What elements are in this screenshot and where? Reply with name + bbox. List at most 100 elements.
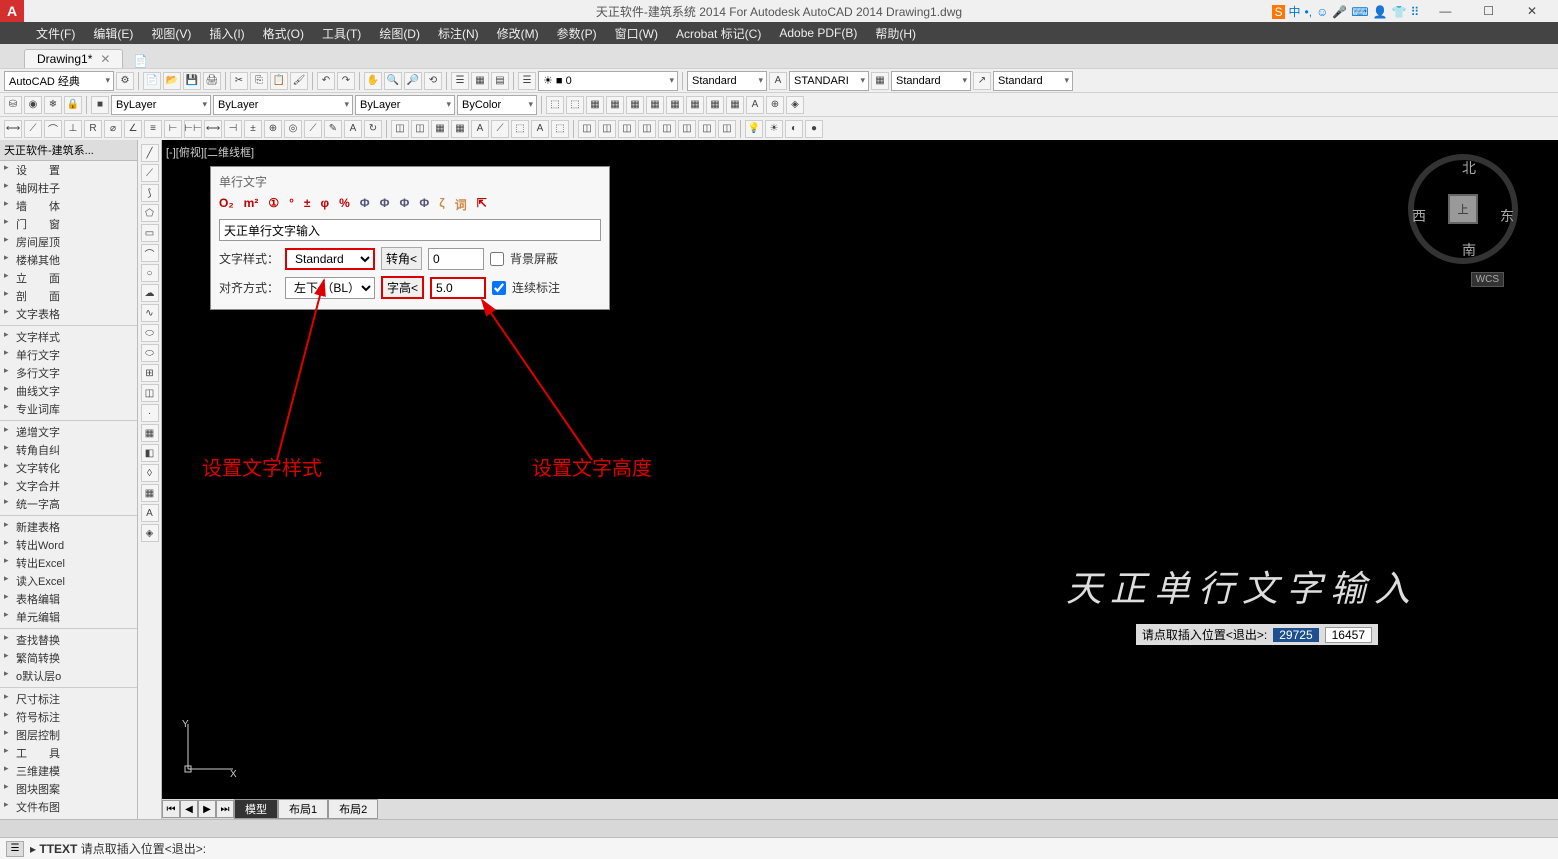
side-item[interactable]: 文件布图 xyxy=(0,798,137,816)
menu-dimension[interactable]: 标注(N) xyxy=(438,25,479,42)
dim-edit-icon[interactable]: ✎ xyxy=(324,120,342,138)
ext-7-icon[interactable]: ◫ xyxy=(698,120,716,138)
ext-3-icon[interactable]: ◫ xyxy=(618,120,636,138)
table-icon[interactable]: ▦ xyxy=(871,72,889,90)
side-item[interactable]: 单元编辑 xyxy=(0,608,137,626)
side-item[interactable]: 剖 面 xyxy=(0,287,137,305)
color-combo[interactable]: ByLayer xyxy=(111,95,211,115)
dim-baseline-icon[interactable]: ⊢ xyxy=(164,120,182,138)
mod-8-icon[interactable]: A xyxy=(531,120,549,138)
command-line[interactable]: ☰ ▸ TTEXT 请点取插入位置<退出>: xyxy=(0,837,1558,859)
hatch-icon[interactable]: ▦ xyxy=(141,424,159,442)
tool-j-icon[interactable]: ▦ xyxy=(726,96,744,114)
linetype-combo[interactable]: ByLayer xyxy=(213,95,353,115)
insert-icon[interactable]: ⊞ xyxy=(141,364,159,382)
ext-6-icon[interactable]: ◫ xyxy=(678,120,696,138)
tool-g-icon[interactable]: ▦ xyxy=(666,96,684,114)
render-icon[interactable]: ● xyxy=(805,120,823,138)
pan-icon[interactable]: ✋ xyxy=(364,72,382,90)
menu-draw[interactable]: 绘图(D) xyxy=(379,25,420,42)
style-combo-1[interactable]: Standard xyxy=(687,71,767,91)
canvas-scrollbar[interactable] xyxy=(0,819,1558,837)
dim-angular-icon[interactable]: ∠ xyxy=(124,120,142,138)
mod-1-icon[interactable]: ◫ xyxy=(391,120,409,138)
tool-palette-icon[interactable]: ▤ xyxy=(491,72,509,90)
dim-update-icon[interactable]: ↻ xyxy=(364,120,382,138)
matchprop-icon[interactable]: 🖌 xyxy=(290,72,308,90)
sym-pct-icon[interactable]: % xyxy=(339,196,350,213)
side-item[interactable]: 设 置 xyxy=(0,161,137,179)
color-icon[interactable]: ■ xyxy=(91,96,109,114)
menu-modify[interactable]: 修改(M) xyxy=(497,25,539,42)
mtext-icon[interactable]: A xyxy=(141,504,159,522)
text-style-select[interactable]: Standard xyxy=(285,248,375,270)
center-mark-icon[interactable]: ⊕ xyxy=(264,120,282,138)
cut-icon[interactable]: ✂ xyxy=(230,72,248,90)
sym-zeta-icon[interactable]: ζ xyxy=(439,196,445,213)
drawing-canvas[interactable]: [-][俯视][二维线框] 单行文字 O₂ m² ① ° ± φ % Φ Φ Φ… xyxy=(162,140,1558,819)
dim-radius-icon[interactable]: R xyxy=(84,120,102,138)
compass-top[interactable]: 上 xyxy=(1448,194,1478,224)
side-item[interactable]: 文字合并 xyxy=(0,477,137,495)
line-icon[interactable]: ╱ xyxy=(141,144,159,162)
menu-file[interactable]: 文件(F) xyxy=(36,25,75,42)
revcloud-icon[interactable]: ☁ xyxy=(141,284,159,302)
side-item[interactable]: 统一字高 xyxy=(0,495,137,513)
tool-l-icon[interactable]: ⊕ xyxy=(766,96,784,114)
compass-east[interactable]: 东 xyxy=(1500,206,1514,226)
mod-9-icon[interactable]: ⬚ xyxy=(551,120,569,138)
side-item[interactable]: 文字转化 xyxy=(0,459,137,477)
layer-iso-icon[interactable]: ◉ xyxy=(24,96,42,114)
minimize-button[interactable]: — xyxy=(1425,0,1465,22)
compass-north[interactable]: 北 xyxy=(1462,158,1476,178)
layer-freeze-icon[interactable]: ❄ xyxy=(44,96,62,114)
menu-tools[interactable]: 工具(T) xyxy=(322,25,361,42)
side-item[interactable]: 符号标注 xyxy=(0,708,137,726)
menu-acrobat[interactable]: Acrobat 标记(C) xyxy=(676,25,761,42)
ext-1-icon[interactable]: ◫ xyxy=(578,120,596,138)
sym-1-icon[interactable]: ① xyxy=(268,196,279,213)
side-item[interactable]: 门 窗 xyxy=(0,215,137,233)
mod-2-icon[interactable]: ◫ xyxy=(411,120,429,138)
properties-icon[interactable]: ☰ xyxy=(451,72,469,90)
side-item[interactable]: 立 面 xyxy=(0,269,137,287)
dim-tedit-icon[interactable]: A xyxy=(344,120,362,138)
tool-d-icon[interactable]: ▦ xyxy=(606,96,624,114)
mleader-icon[interactable]: ↗ xyxy=(973,72,991,90)
inspect-icon[interactable]: ◎ xyxy=(284,120,302,138)
sheet-icon[interactable]: ▦ xyxy=(471,72,489,90)
menu-pdf[interactable]: Adobe PDF(B) xyxy=(779,26,857,40)
side-item[interactable]: 图块图案 xyxy=(0,780,137,798)
open-icon[interactable]: 📂 xyxy=(163,72,181,90)
tool-b-icon[interactable]: ⬚ xyxy=(566,96,584,114)
tab-nav-next-icon[interactable]: ▶ xyxy=(198,800,216,818)
bg-mask-checkbox[interactable] xyxy=(490,252,504,266)
continuous-checkbox[interactable] xyxy=(492,281,506,295)
menu-edit[interactable]: 编辑(E) xyxy=(93,25,133,42)
ext-8-icon[interactable]: ◫ xyxy=(718,120,736,138)
paste-icon[interactable]: 📋 xyxy=(270,72,288,90)
side-item[interactable]: 单行文字 xyxy=(0,346,137,364)
maximize-button[interactable]: ☐ xyxy=(1469,0,1509,22)
gradient-icon[interactable]: ◧ xyxy=(141,444,159,462)
ext-2-icon[interactable]: ◫ xyxy=(598,120,616,138)
mod-7-icon[interactable]: ⬚ xyxy=(511,120,529,138)
side-item[interactable]: 递增文字 xyxy=(0,420,137,441)
dim-quick-icon[interactable]: ≡ xyxy=(144,120,162,138)
side-item[interactable]: 转出Excel xyxy=(0,554,137,572)
sym-phi4-icon[interactable]: Φ xyxy=(419,196,429,213)
height-input[interactable] xyxy=(430,277,486,299)
style-combo-4[interactable]: Standard xyxy=(993,71,1073,91)
tool-k-icon[interactable]: A xyxy=(746,96,764,114)
side-item[interactable]: o默认层o xyxy=(0,667,137,685)
sym-dia-icon[interactable]: φ xyxy=(321,196,330,213)
dim-linear-icon[interactable]: ⟷ xyxy=(4,120,22,138)
tool-a-icon[interactable]: ⬚ xyxy=(546,96,564,114)
menu-format[interactable]: 格式(O) xyxy=(263,25,304,42)
menu-param[interactable]: 参数(P) xyxy=(557,25,597,42)
sym-m2-icon[interactable]: m² xyxy=(244,196,259,213)
align-select[interactable]: 左下 （BL） xyxy=(285,277,375,299)
redo-icon[interactable]: ↷ xyxy=(337,72,355,90)
sun-icon[interactable]: ☀ xyxy=(765,120,783,138)
menu-help[interactable]: 帮助(H) xyxy=(875,25,916,42)
